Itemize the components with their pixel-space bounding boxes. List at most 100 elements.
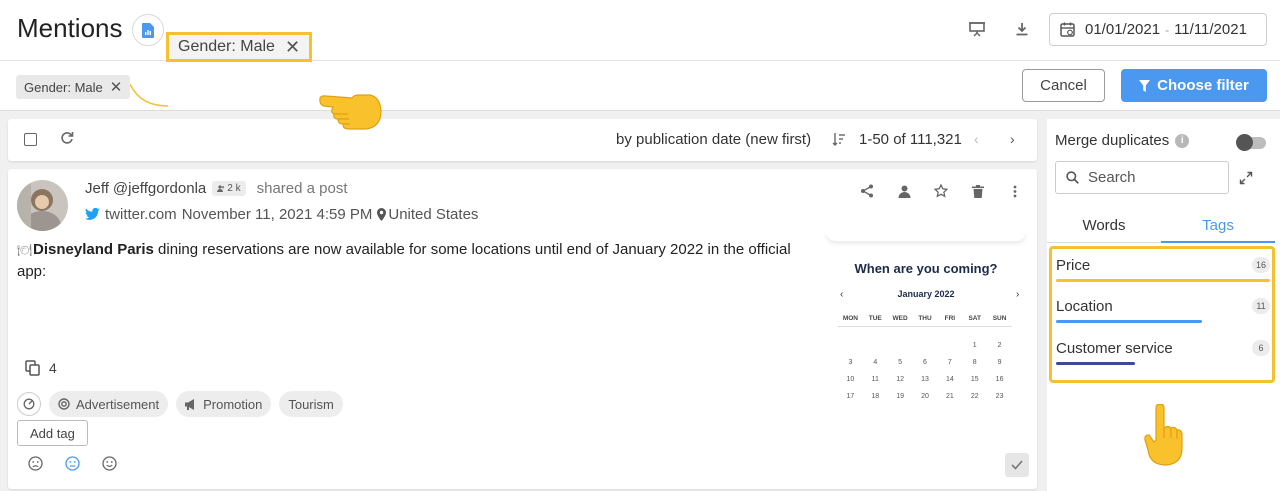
date-to: 11/11/2021 <box>1174 21 1247 38</box>
calendar-date <box>888 342 913 349</box>
report-button[interactable] <box>132 14 164 46</box>
duplicates-count[interactable]: 4 <box>25 360 57 376</box>
calendar-date: 15 <box>970 376 979 383</box>
trash-icon[interactable] <box>969 182 987 200</box>
tab-tags[interactable]: Tags <box>1161 207 1275 243</box>
expand-icon[interactable] <box>1239 171 1253 185</box>
filter-chip-label: Gender: Male <box>24 79 103 95</box>
add-tag-button[interactable]: Add tag <box>17 420 88 446</box>
sentiment-neutral-icon[interactable] <box>65 456 80 471</box>
next-page-icon[interactable]: › <box>1010 131 1015 147</box>
sentiment-negative-icon[interactable] <box>28 456 43 471</box>
date-range-picker[interactable]: 01/01/2021 - 11/11/2021 <box>1049 13 1267 46</box>
sentiment-positive-icon[interactable] <box>102 456 117 471</box>
sentiment-selector <box>28 456 117 471</box>
calendar-day-of-week: FRI <box>944 315 956 322</box>
calendar-month: January 2022 <box>897 289 955 299</box>
mention-card[interactable]: Jeff @jeffgordonla 2 k shared a post twi… <box>8 169 1037 489</box>
star-icon[interactable] <box>932 182 950 200</box>
followers-icon <box>217 185 225 192</box>
share-icon[interactable] <box>858 182 876 200</box>
callout-connector <box>130 84 169 107</box>
check-icon[interactable] <box>1005 453 1029 477</box>
tag-item-count: 6 <box>1252 340 1270 356</box>
calendar-day-of-week: SUN <box>992 315 1007 322</box>
megaphone-icon <box>185 398 197 410</box>
toggle-knob <box>1236 134 1253 151</box>
tag-item-bar <box>1056 362 1136 365</box>
mention-image[interactable]: When are you coming? ‹ January 2022 › MO… <box>826 231 1026 449</box>
previous-page-icon[interactable]: ‹ <box>974 131 979 147</box>
mention-location: United States <box>388 206 479 223</box>
presentation-icon[interactable] <box>968 20 986 38</box>
followers-badge: 2 k <box>212 181 246 196</box>
calendar-date: 22 <box>970 393 979 400</box>
source-line: twitter.com November 11, 2021 4:59 PM Un… <box>85 206 478 223</box>
tag-settings-icon[interactable] <box>17 392 41 416</box>
calendar-day-of-week: SAT <box>968 315 981 322</box>
mention-action: shared a post <box>256 180 348 197</box>
tag-list: Price 16 Location 11 Customer service 6 <box>1049 246 1275 383</box>
author-handle[interactable]: @jeffgordonla <box>113 180 206 197</box>
close-icon[interactable]: ✕ <box>110 78 123 96</box>
calendar-date: 12 <box>896 376 905 383</box>
author-name[interactable]: Jeff <box>85 180 109 197</box>
sort-dropdown[interactable]: by publication date (new first) <box>616 131 811 148</box>
location-pin-icon <box>377 208 387 221</box>
tag-promotion[interactable]: Promotion <box>176 391 272 417</box>
select-all-checkbox[interactable] <box>24 133 37 146</box>
filters-panel: Merge duplicates i Search Words Tags Pri… <box>1047 119 1280 491</box>
pointing-up-emoji <box>1142 404 1186 466</box>
tag-advertisement[interactable]: Advertisement <box>49 391 169 417</box>
mention-date: November 11, 2021 4:59 PM <box>181 206 373 223</box>
promo-top-edge <box>826 231 1026 241</box>
tag-item-location[interactable]: Location 11 <box>1056 290 1270 326</box>
calendar-divider <box>838 326 1012 327</box>
calendar-date: 5 <box>898 359 903 366</box>
calendar-date <box>937 342 962 349</box>
date-from: 01/01/2021 <box>1085 21 1161 38</box>
download-icon[interactable] <box>1013 20 1031 38</box>
source-domain[interactable]: twitter.com <box>105 206 177 223</box>
fork-knife-icon: 🍽 <box>17 243 33 257</box>
promo-title: When are you coming? <box>854 261 998 276</box>
calendar-day-of-week: MON <box>842 315 858 322</box>
avatar[interactable] <box>17 180 68 231</box>
tab-words[interactable]: Words <box>1047 207 1161 243</box>
calendar-date: 9 <box>997 359 1002 366</box>
search-input[interactable]: Search <box>1055 161 1229 194</box>
sort-order-icon[interactable] <box>832 132 846 146</box>
tag-item-bar <box>1056 320 1202 323</box>
choose-filter-button[interactable]: Choose filter <box>1121 69 1267 102</box>
date-separator: - <box>1165 22 1170 37</box>
user-icon[interactable] <box>895 182 913 200</box>
tag-item-bar <box>1056 279 1270 282</box>
more-options-icon[interactable] <box>1006 182 1024 200</box>
page-title: Mentions <box>17 13 123 43</box>
merge-duplicates: Merge duplicates i <box>1055 132 1190 149</box>
calendar-date: 2 <box>997 342 1002 349</box>
cancel-button[interactable]: Cancel <box>1022 69 1105 102</box>
tag-tourism[interactable]: Tourism <box>279 391 343 417</box>
tag-item-price[interactable]: Price 16 <box>1056 249 1270 285</box>
calendar-date: 19 <box>896 393 905 400</box>
copies-number: 4 <box>49 360 57 376</box>
report-icon <box>142 22 154 38</box>
filter-chip-gender[interactable]: Gender: Male ✕ <box>16 75 131 99</box>
calendar-date: 11 <box>871 376 879 383</box>
merge-duplicates-toggle[interactable] <box>1236 134 1266 151</box>
chevron-right-icon: › <box>1016 289 1020 300</box>
filter-icon <box>1139 79 1151 92</box>
merge-duplicates-label: Merge duplicates <box>1055 132 1170 149</box>
mention-text-bold: Disneyland Paris <box>33 241 154 258</box>
calendar-date: 4 <box>873 359 878 366</box>
tag-item-label: Customer service <box>1056 340 1173 357</box>
filter-chip-zoom-label: Gender: Male <box>178 38 275 55</box>
refresh-icon[interactable] <box>60 131 74 145</box>
info-icon[interactable]: i <box>1175 133 1190 148</box>
calendar-date: 18 <box>871 393 880 400</box>
tag-item-customer-service[interactable]: Customer service 6 <box>1056 332 1270 368</box>
tag-item-label: Location <box>1056 298 1113 315</box>
calendar-date <box>863 342 888 349</box>
mention-tags: Advertisement Promotion Tourism <box>17 391 343 417</box>
